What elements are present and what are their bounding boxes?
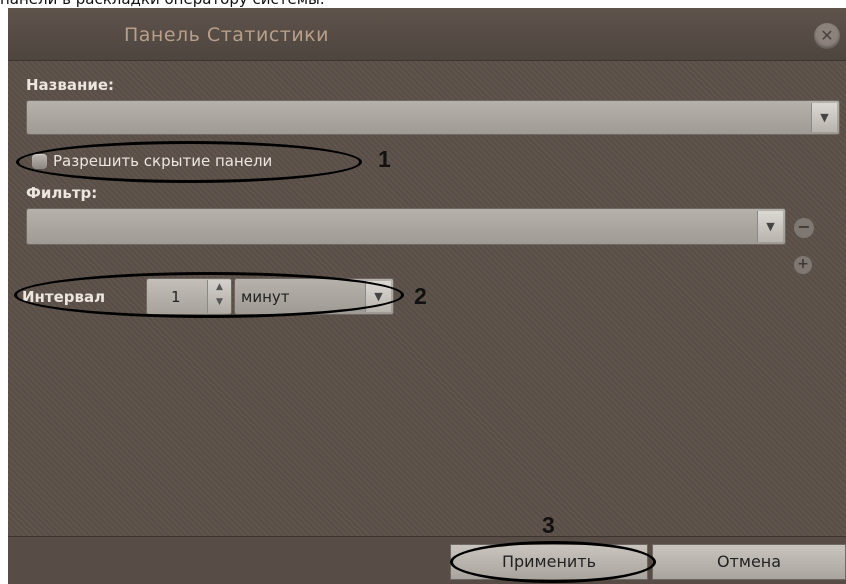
interval-unit-select[interactable]: минут ▼ bbox=[234, 278, 394, 315]
spin-up-icon[interactable]: ▲ bbox=[208, 280, 231, 295]
chevron-down-icon[interactable]: ▼ bbox=[811, 103, 837, 132]
hide-panel-checkbox[interactable] bbox=[32, 154, 47, 169]
title-bar: Панель Статистики ✕ bbox=[8, 8, 846, 61]
close-icon[interactable]: ✕ bbox=[814, 23, 840, 49]
add-filter-icon[interactable]: + bbox=[794, 256, 812, 274]
apply-button[interactable]: Применить bbox=[450, 544, 648, 580]
dialog-footer: Применить Отмена bbox=[8, 536, 846, 584]
filter-combobox[interactable]: ▼ bbox=[26, 208, 786, 245]
chevron-down-icon[interactable]: ▼ bbox=[757, 211, 783, 242]
interval-unit-value: минут bbox=[241, 288, 290, 306]
filter-label: Фильтр: bbox=[26, 184, 98, 202]
interval-spinbox[interactable]: 1 ▲ ▼ bbox=[146, 278, 232, 315]
name-combobox[interactable]: ▼ bbox=[26, 100, 840, 135]
annotation-number-1: 1 bbox=[378, 146, 391, 172]
chevron-down-icon[interactable]: ▼ bbox=[365, 281, 391, 312]
remove-filter-icon[interactable]: − bbox=[794, 218, 814, 238]
annotation-number-2: 2 bbox=[414, 283, 427, 309]
page-caption: панели в раскладки оператору системы. bbox=[0, 0, 325, 8]
hide-panel-label[interactable]: Разрешить скрытие панели bbox=[53, 152, 272, 170]
interval-label: Интервал bbox=[22, 288, 106, 306]
name-label: Название: bbox=[26, 76, 115, 94]
annotation-number-3: 3 bbox=[542, 512, 555, 538]
cancel-button[interactable]: Отмена bbox=[652, 544, 846, 580]
interval-value: 1 bbox=[171, 288, 181, 306]
spin-arrows[interactable]: ▲ ▼ bbox=[207, 280, 231, 313]
spin-down-icon[interactable]: ▼ bbox=[208, 295, 231, 310]
dialog-title: Панель Статистики bbox=[124, 24, 330, 46]
statistics-panel-dialog: Панель Статистики ✕ Название: ▼ Разрешит… bbox=[8, 8, 846, 584]
